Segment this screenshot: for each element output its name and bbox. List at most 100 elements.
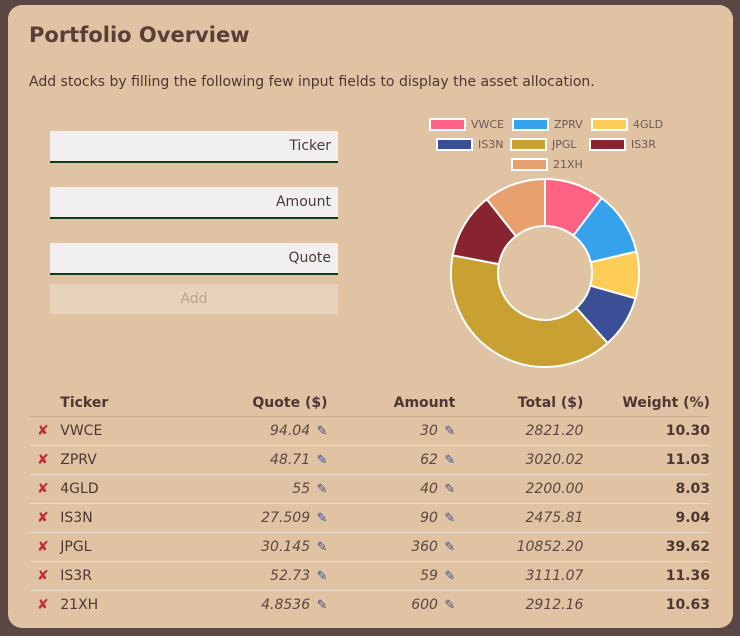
edit-amount-icon[interactable]: ✎ [444,569,455,584]
delete-icon[interactable]: ✘ [30,597,49,613]
quote-cell: 55 ✎ [207,474,328,504]
edit-amount-icon[interactable]: ✎ [444,598,455,613]
amount-value: 59 [420,568,438,584]
legend-swatch [510,138,547,151]
total-cell: 10852.20 [455,532,584,562]
weight-cell: 8.03 [583,474,710,504]
table-row: ✘ JPGL 30.145 ✎ 360 ✎ 10852.20 39.62 [30,532,710,562]
ticker-cell: 21XH [60,590,208,619]
table-row: ✘ 4GLD 55 ✎ 40 ✎ 2200.00 8.03 [30,474,710,504]
edit-amount-icon[interactable]: ✎ [444,540,455,555]
quote-value: 94.04 [270,423,311,439]
ticker-cell: IS3N [60,503,208,533]
weight-cell: 10.63 [583,590,710,619]
amount-cell: 30 ✎ [327,416,456,446]
amount-value: 600 [411,597,438,613]
amount-value: 360 [411,539,438,555]
ticker-cell: JPGL [60,532,208,562]
weight-cell: 11.36 [583,561,710,591]
legend-label: 21XH [553,158,583,171]
legend-label: VWCE [471,118,505,131]
amount-value: 30 [420,423,438,439]
quote-value: 4.8536 [261,597,311,613]
delete-cell: ✘ [30,503,61,533]
total-cell: 2821.20 [455,416,584,446]
edit-quote-icon[interactable]: ✎ [317,482,328,497]
edit-quote-icon[interactable]: ✎ [317,540,328,555]
legend-swatch [511,158,548,171]
edit-quote-icon[interactable]: ✎ [317,511,328,526]
edit-amount-icon[interactable]: ✎ [444,482,455,497]
delete-cell: ✘ [30,416,61,446]
legend-item[interactable]: IS3N [436,138,503,151]
amount-cell: 360 ✎ [327,532,456,562]
edit-quote-icon[interactable]: ✎ [317,569,328,584]
ticker-cell: ZPRV [60,445,208,475]
quote-value: 48.71 [270,452,311,468]
amount-cell: 600 ✎ [327,590,456,619]
edit-amount-icon[interactable]: ✎ [444,511,455,526]
legend-swatch [591,118,628,131]
legend-item[interactable]: ZPRV [512,118,583,131]
delete-icon[interactable]: ✘ [30,423,49,439]
portfolio-card: Portfolio Overview Add stocks by filling… [8,5,733,628]
header-amount: Amount [327,390,456,417]
delete-icon[interactable]: ✘ [30,452,49,468]
quote-cell: 27.509 ✎ [207,503,328,533]
ticker-input[interactable] [50,131,338,163]
delete-cell: ✘ [30,590,61,619]
header-delete-col [30,390,61,417]
delete-icon[interactable]: ✘ [30,568,49,584]
legend-item[interactable]: JPGL [510,138,577,151]
table-row: ✘ 21XH 4.8536 ✎ 600 ✎ 2912.16 10.63 [30,590,710,619]
edit-quote-icon[interactable]: ✎ [317,424,328,439]
quote-cell: 48.71 ✎ [207,445,328,475]
table-header-row: Ticker Quote ($) Amount Total ($) Weight… [30,390,710,417]
table-row: ✘ IS3R 52.73 ✎ 59 ✎ 3111.07 11.36 [30,561,710,591]
quote-cell: 30.145 ✎ [207,532,328,562]
legend-item[interactable]: 21XH [511,158,583,171]
delete-cell: ✘ [30,532,61,562]
edit-amount-icon[interactable]: ✎ [444,453,455,468]
total-cell: 3020.02 [455,445,584,475]
amount-cell: 40 ✎ [327,474,456,504]
weight-cell: 11.03 [583,445,710,475]
amount-cell: 59 ✎ [327,561,456,591]
edit-quote-icon[interactable]: ✎ [317,598,328,613]
amount-cell: 62 ✎ [327,445,456,475]
ticker-cell: VWCE [60,416,208,446]
quote-cell: 52.73 ✎ [207,561,328,591]
amount-input[interactable] [50,187,338,219]
legend-item[interactable]: IS3R [589,138,656,151]
quote-value: 27.509 [261,510,311,526]
legend-item[interactable]: 4GLD [591,118,663,131]
page-description: Add stocks by filling the following few … [29,74,595,90]
quote-cell: 4.8536 ✎ [207,590,328,619]
edit-amount-icon[interactable]: ✎ [444,424,455,439]
legend-item[interactable]: VWCE [429,118,504,131]
legend-swatch [429,118,466,131]
legend-label: IS3N [478,138,504,151]
weight-cell: 10.30 [583,416,710,446]
header-quote: Quote ($) [207,390,328,417]
quote-value: 30.145 [261,539,311,555]
delete-icon[interactable]: ✘ [30,481,49,497]
delete-icon[interactable]: ✘ [30,539,49,555]
add-button[interactable]: Add [50,284,338,314]
total-cell: 3111.07 [455,561,584,591]
quote-input[interactable] [50,243,338,275]
legend-label: 4GLD [633,118,664,131]
allocation-donut-chart [450,177,640,368]
delete-cell: ✘ [30,445,61,475]
amount-value: 90 [420,510,438,526]
total-cell: 2912.16 [455,590,584,619]
table-row: ✘ VWCE 94.04 ✎ 30 ✎ 2821.20 10.30 [30,416,710,446]
legend-swatch [436,138,473,151]
edit-quote-icon[interactable]: ✎ [317,453,328,468]
header-ticker: Ticker [60,390,208,417]
table-row: ✘ IS3N 27.509 ✎ 90 ✎ 2475.81 9.04 [30,503,710,533]
delete-icon[interactable]: ✘ [30,510,49,526]
quote-value: 52.73 [270,568,311,584]
holdings-table: Ticker Quote ($) Amount Total ($) Weight… [30,390,710,619]
header-weight: Weight (%) [583,390,710,417]
